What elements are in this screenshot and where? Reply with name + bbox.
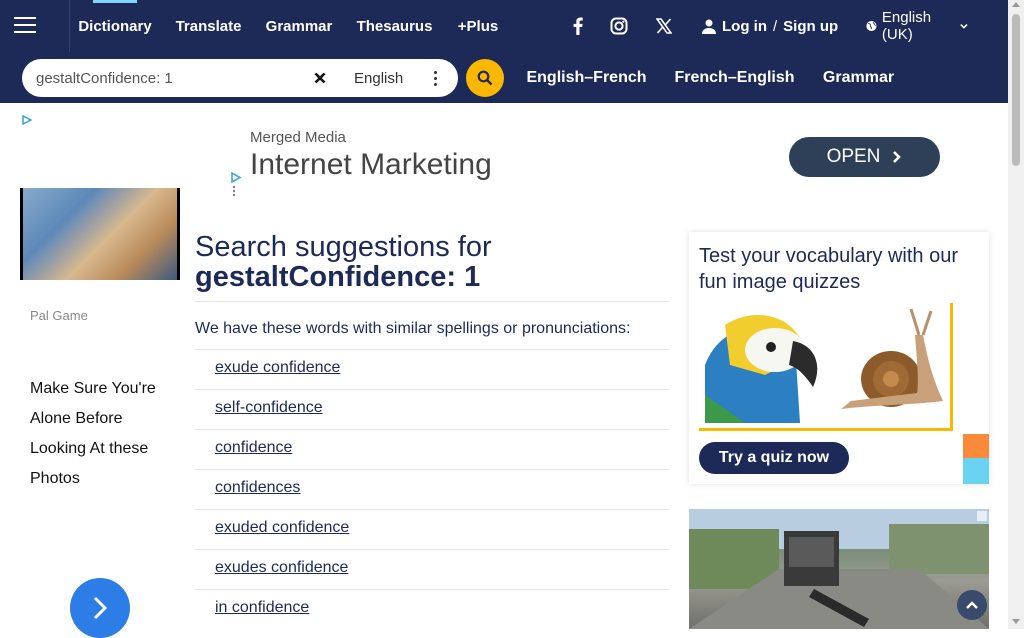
chevron-right-icon xyxy=(893,151,902,163)
more-options-icon[interactable] xyxy=(430,68,440,88)
nav-plus[interactable]: +Plus xyxy=(457,0,499,52)
banner-open-label: OPEN xyxy=(826,146,881,167)
chevron-right-icon xyxy=(93,596,108,620)
divider xyxy=(195,301,669,302)
ad-source: Pal Game xyxy=(30,308,88,323)
chevron-up-icon xyxy=(966,601,978,609)
chevron-down-icon xyxy=(960,23,968,29)
feedback-tab[interactable] xyxy=(963,458,989,484)
banner-title[interactable]: Internet Marketing xyxy=(250,148,492,182)
signup-link[interactable]: Sign up xyxy=(783,18,838,35)
divider xyxy=(195,549,669,550)
parrot-image xyxy=(705,305,823,423)
quick-link-english-french[interactable]: English–French xyxy=(515,61,658,95)
ad-next-button[interactable] xyxy=(70,578,130,638)
scroll-to-top-button[interactable] xyxy=(957,590,987,620)
clear-search-button[interactable] xyxy=(310,68,330,88)
menu-icon[interactable] xyxy=(8,8,42,42)
search-field: English xyxy=(22,59,458,97)
language-selector[interactable]: English (UK) xyxy=(866,9,968,43)
divider xyxy=(195,429,669,430)
video-advertisement[interactable] xyxy=(689,509,989,629)
nav-grammar[interactable]: Grammar xyxy=(266,0,333,52)
scroll-down-arrow[interactable] xyxy=(1012,619,1020,624)
search-button[interactable] xyxy=(466,59,504,97)
globe-icon xyxy=(866,20,877,32)
video-thumbnail xyxy=(689,509,989,629)
quick-link-french-english[interactable]: French–English xyxy=(664,61,805,95)
page-title: Search suggestions for gestaltConfidence… xyxy=(195,232,669,292)
quick-link-grammar[interactable]: Grammar xyxy=(811,61,906,95)
language-label: English (UK) xyxy=(881,9,932,43)
nav-thesaurus[interactable]: Thesaurus xyxy=(357,0,433,52)
suggestion-link[interactable]: exude confidence xyxy=(215,359,340,377)
suggestion-link[interactable]: exudes confidence xyxy=(215,559,348,577)
quiz-promo-card: Test your vocabulary with our fun image … xyxy=(689,232,989,484)
login-link[interactable]: Log in xyxy=(722,18,767,35)
divider xyxy=(195,509,669,510)
divider xyxy=(195,469,669,470)
scrollbar-thumb[interactable] xyxy=(1012,14,1020,166)
quiz-title: Test your vocabulary with our fun image … xyxy=(699,245,959,293)
ad-headline[interactable]: Make Sure You're Alone Before Looking At… xyxy=(30,374,178,494)
search-bar: English English–French French–English Gr… xyxy=(0,52,1008,103)
nav-translate[interactable]: Translate xyxy=(176,0,242,52)
banner-brand: Merged Media xyxy=(250,129,346,146)
user-icon xyxy=(702,19,716,34)
facebook-icon[interactable] xyxy=(558,16,598,36)
suggestion-link[interactable]: in confidence xyxy=(215,599,309,617)
suggestion-link[interactable]: exuded confidence xyxy=(215,519,349,537)
quiz-image-link[interactable] xyxy=(699,303,953,431)
suggestion-link[interactable]: self-confidence xyxy=(215,399,323,417)
x-icon[interactable] xyxy=(644,16,684,36)
results-intro: We have these words with similar spellin… xyxy=(195,320,631,337)
snail-image xyxy=(831,305,949,423)
page-scrollbar[interactable] xyxy=(1008,0,1024,629)
adchoices-icon[interactable] xyxy=(22,115,32,125)
suggestion-link[interactable]: confidence xyxy=(215,439,292,457)
divider xyxy=(195,589,669,590)
search-input[interactable] xyxy=(36,68,306,88)
suggestion-link[interactable]: confidences xyxy=(215,479,300,497)
instagram-icon[interactable] xyxy=(599,16,639,36)
search-icon xyxy=(477,70,493,86)
try-quiz-button[interactable]: Try a quiz now xyxy=(699,442,849,474)
left-advertisement[interactable]: Pal Game Make Sure You're Alone Before L… xyxy=(18,111,182,638)
scroll-up-arrow[interactable] xyxy=(1012,2,1020,7)
divider xyxy=(195,389,669,390)
top-bar: Dictionary Translate Grammar Thesaurus +… xyxy=(0,0,1008,52)
close-icon xyxy=(314,72,326,84)
login-area: Log in / Sign up xyxy=(702,0,838,52)
nav-dictionary[interactable]: Dictionary xyxy=(78,0,152,52)
divider xyxy=(195,349,669,350)
banner-advertisement[interactable]: Merged Media Internet Marketing OPEN xyxy=(226,110,958,204)
divider xyxy=(69,0,70,52)
page-title-query: gestaltConfidence: 1 xyxy=(195,261,481,293)
login-separator: / xyxy=(773,17,778,35)
banner-open-button[interactable]: OPEN xyxy=(789,137,940,177)
adchoices-icon[interactable] xyxy=(230,172,242,198)
page-title-prefix: Search suggestions for xyxy=(195,231,492,263)
ad-image-frame xyxy=(20,188,180,280)
feedback-tab[interactable] xyxy=(963,434,989,458)
